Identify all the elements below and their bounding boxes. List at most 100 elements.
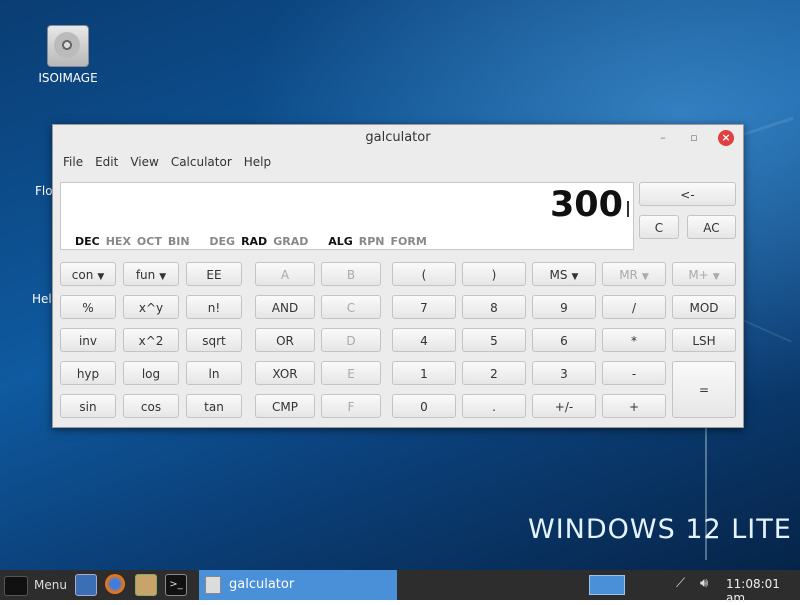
mode-hex[interactable]: HEX — [106, 235, 131, 248]
multiply-button[interactable]: * — [602, 328, 666, 352]
backspace-button[interactable]: <- — [639, 182, 736, 206]
left-shift-button[interactable]: LSH — [672, 328, 736, 352]
digit-8-button[interactable]: 8 — [462, 295, 526, 319]
digit-9-button[interactable]: 9 — [532, 295, 596, 319]
logo-icon — [4, 575, 28, 596]
mode-form[interactable]: FORM — [391, 235, 427, 248]
maximize-icon[interactable]: ▫ — [686, 130, 702, 146]
sin-button[interactable]: sin — [60, 394, 116, 418]
minimize-icon[interactable]: – — [655, 130, 671, 146]
digit-4-button[interactable]: 4 — [392, 328, 456, 352]
task-label: galculator — [229, 577, 295, 592]
menu-calculator[interactable]: Calculator — [165, 151, 238, 169]
all-clear-button[interactable]: AC — [687, 215, 736, 239]
left-paren-button[interactable]: ( — [392, 262, 456, 286]
desktop-icon-label-partial[interactable]: Hel — [32, 292, 52, 306]
digit-2-button[interactable]: 2 — [462, 361, 526, 385]
constants-dropdown[interactable]: con ▼ — [60, 262, 116, 286]
digit-6-button[interactable]: 6 — [532, 328, 596, 352]
or-button[interactable]: OR — [255, 328, 315, 352]
window-title: galculator — [365, 130, 431, 145]
functions-dropdown[interactable]: fun ▼ — [123, 262, 179, 286]
ln-button[interactable]: ln — [186, 361, 242, 385]
menu-label: Menu — [34, 578, 67, 592]
memory-recall-dropdown[interactable]: MR ▼ — [602, 262, 666, 286]
display-value: 300 — [549, 185, 623, 225]
digit-3-button[interactable]: 3 — [532, 361, 596, 385]
ee-button[interactable]: EE — [186, 262, 242, 286]
mode-oct[interactable]: OCT — [137, 235, 162, 248]
menu-edit[interactable]: Edit — [89, 151, 124, 169]
decimal-point-button[interactable]: . — [462, 394, 526, 418]
start-menu-button[interactable]: Menu — [4, 572, 67, 598]
mode-alg[interactable]: ALG — [328, 235, 353, 248]
menu-view[interactable]: View — [124, 151, 164, 169]
log-button[interactable]: log — [123, 361, 179, 385]
chevron-down-icon: ▼ — [641, 272, 649, 282]
clock[interactable]: 11:08:01 am — [726, 577, 800, 605]
mode-dec[interactable]: DEC — [75, 235, 100, 248]
display-modes: DEC HEX OCT BIN DEG RAD GRAD ALG RPN FORM — [75, 235, 433, 248]
mod-button[interactable]: MOD — [672, 295, 736, 319]
menu-file[interactable]: File — [57, 151, 89, 169]
hex-c-button[interactable]: C — [321, 295, 381, 319]
desktop-icon[interactable] — [75, 574, 97, 596]
mode-grad[interactable]: GRAD — [273, 235, 308, 248]
workspace-pager[interactable] — [589, 575, 625, 595]
digit-5-button[interactable]: 5 — [462, 328, 526, 352]
terminal-icon[interactable]: >_ — [165, 574, 187, 596]
digit-1-button[interactable]: 1 — [392, 361, 456, 385]
taskbar: Menu >_ galculator ⟋ 🔊︎ 11:08:01 am — [0, 570, 800, 605]
mode-rpn[interactable]: RPN — [359, 235, 385, 248]
square-button[interactable]: x^2 — [123, 328, 179, 352]
desktop-icon-label-partial[interactable]: Flo — [35, 184, 53, 198]
factorial-button[interactable]: n! — [186, 295, 242, 319]
file-manager-icon[interactable] — [135, 574, 157, 596]
divide-button[interactable]: / — [602, 295, 666, 319]
chevron-down-icon: ▼ — [97, 272, 105, 282]
subtract-button[interactable]: - — [602, 361, 666, 385]
digit-7-button[interactable]: 7 — [392, 295, 456, 319]
taskbar-task-galculator[interactable]: galculator — [199, 570, 397, 600]
calculator-window: galculator – ▫ × File Edit View Calculator H… — [52, 124, 744, 428]
hex-b-button[interactable]: B — [321, 262, 381, 286]
hex-d-button[interactable]: D — [321, 328, 381, 352]
hex-f-button[interactable]: F — [321, 394, 381, 418]
power-button[interactable]: x^y — [123, 295, 179, 319]
network-icon[interactable]: ⟋ — [676, 576, 685, 591]
percent-button[interactable]: % — [60, 295, 116, 319]
desktop-watermark: WINDOWS 12 LITE — [528, 514, 792, 545]
sign-button[interactable]: +/- — [532, 394, 596, 418]
clear-button[interactable]: C — [639, 215, 679, 239]
mode-rad[interactable]: RAD — [241, 235, 267, 248]
menu-bar: File Edit View Calculator Help — [53, 151, 743, 175]
tan-button[interactable]: tan — [186, 394, 242, 418]
sqrt-button[interactable]: sqrt — [186, 328, 242, 352]
close-icon[interactable]: × — [718, 130, 734, 146]
memory-add-dropdown[interactable]: M+ ▼ — [672, 262, 736, 286]
browser-icon[interactable] — [105, 574, 125, 594]
digit-0-button[interactable]: 0 — [392, 394, 456, 418]
right-paren-button[interactable]: ) — [462, 262, 526, 286]
text-cursor-icon — [627, 201, 629, 217]
and-button[interactable]: AND — [255, 295, 315, 319]
chevron-down-icon: ▼ — [159, 272, 167, 282]
hyperbolic-button[interactable]: hyp — [60, 361, 116, 385]
hex-a-button[interactable]: A — [255, 262, 315, 286]
mode-bin[interactable]: BIN — [168, 235, 190, 248]
hex-e-button[interactable]: E — [321, 361, 381, 385]
title-bar[interactable]: galculator – ▫ × — [53, 125, 743, 151]
xor-button[interactable]: XOR — [255, 361, 315, 385]
mode-deg[interactable]: DEG — [209, 235, 235, 248]
desktop-icon-isoimage[interactable]: ISOIMAGE — [36, 25, 100, 85]
calc-display[interactable]: 300 DEC HEX OCT BIN DEG RAD GRAD ALG RPN FORM — [60, 182, 634, 250]
cos-button[interactable]: cos — [123, 394, 179, 418]
menu-help[interactable]: Help — [238, 151, 277, 169]
add-button[interactable]: + — [602, 394, 666, 418]
equals-button[interactable]: = — [672, 361, 736, 418]
memory-store-dropdown[interactable]: MS ▼ — [532, 262, 596, 286]
volume-icon[interactable]: 🔊︎ — [700, 576, 708, 591]
inverse-button[interactable]: inv — [60, 328, 116, 352]
cmp-button[interactable]: CMP — [255, 394, 315, 418]
calculator-icon — [205, 575, 221, 594]
